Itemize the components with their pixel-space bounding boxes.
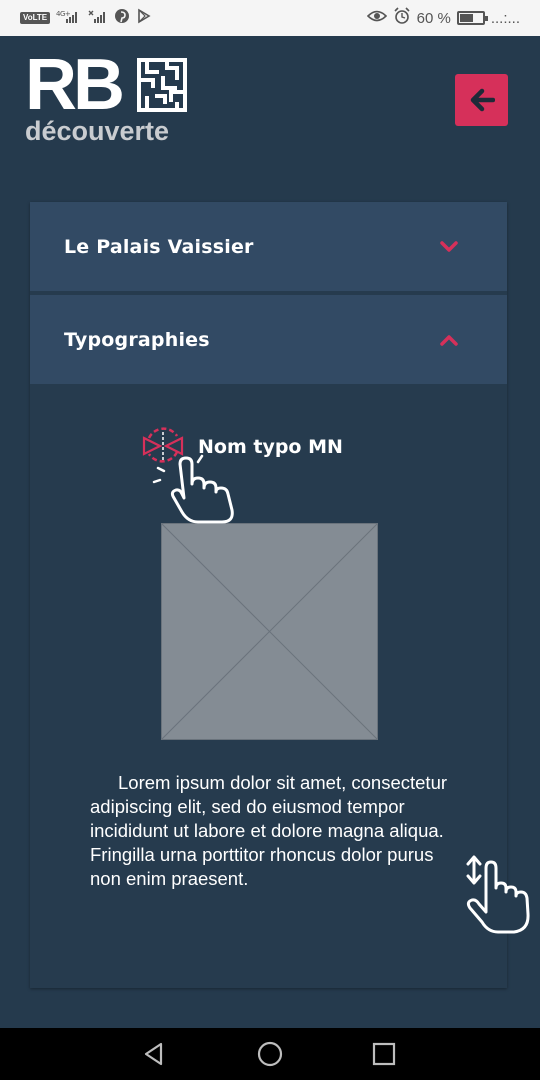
signal-x-icon — [88, 10, 108, 26]
system-nav-bar — [0, 1028, 540, 1080]
logo-subtitle: découverte — [25, 116, 170, 146]
svg-text:4G+: 4G+ — [56, 10, 71, 18]
arrow-left-icon — [470, 88, 495, 112]
status-overflow: ...:... — [490, 9, 520, 27]
hand-scroll-icon — [466, 855, 530, 934]
chevron-down-icon — [440, 241, 458, 252]
play-store-icon — [136, 8, 152, 28]
nav-recents-button[interactable] — [368, 1038, 400, 1070]
volte-badge: VoLTE — [20, 12, 51, 24]
hand-tap-icon — [152, 454, 234, 524]
accordion-header-typographies[interactable]: Typographies — [30, 295, 507, 384]
battery-percent: 60 % — [416, 9, 451, 27]
nav-back-button[interactable] — [138, 1038, 170, 1070]
logo-main: RB — [25, 45, 125, 125]
battery-icon — [456, 11, 488, 25]
nav-back-icon — [144, 1042, 163, 1066]
image-placeholder-icon — [161, 523, 378, 740]
accordion-title: Le Palais Vaissier — [64, 235, 254, 258]
nav-home-button[interactable] — [254, 1038, 286, 1070]
pinterest-icon — [114, 8, 130, 28]
accordion-header-palais[interactable]: Le Palais Vaissier — [30, 202, 507, 291]
battery-fill — [459, 14, 473, 22]
status-bar: VoLTE 4G+ 60 % ...:... — [0, 0, 540, 36]
app-logo: RB découverte — [25, 45, 200, 146]
signal-icon: 4G+ — [56, 10, 82, 26]
alarm-icon — [393, 7, 411, 29]
eye-icon — [366, 9, 387, 27]
logo-maze-icon — [137, 58, 187, 112]
back-button[interactable] — [455, 74, 508, 126]
nav-home-icon — [257, 1041, 283, 1067]
status-right: 60 % ...:... — [366, 7, 520, 29]
image-placeholder — [161, 523, 378, 740]
accordion: Le Palais Vaissier Typographies Nom typo… — [30, 202, 507, 988]
description-text: Lorem ipsum dolor sit amet, consectetur … — [90, 772, 448, 889]
nav-recents-icon — [372, 1042, 396, 1066]
accordion-title: Typographies — [64, 328, 210, 351]
status-left: VoLTE 4G+ — [20, 8, 152, 28]
chevron-up-icon — [440, 335, 458, 346]
